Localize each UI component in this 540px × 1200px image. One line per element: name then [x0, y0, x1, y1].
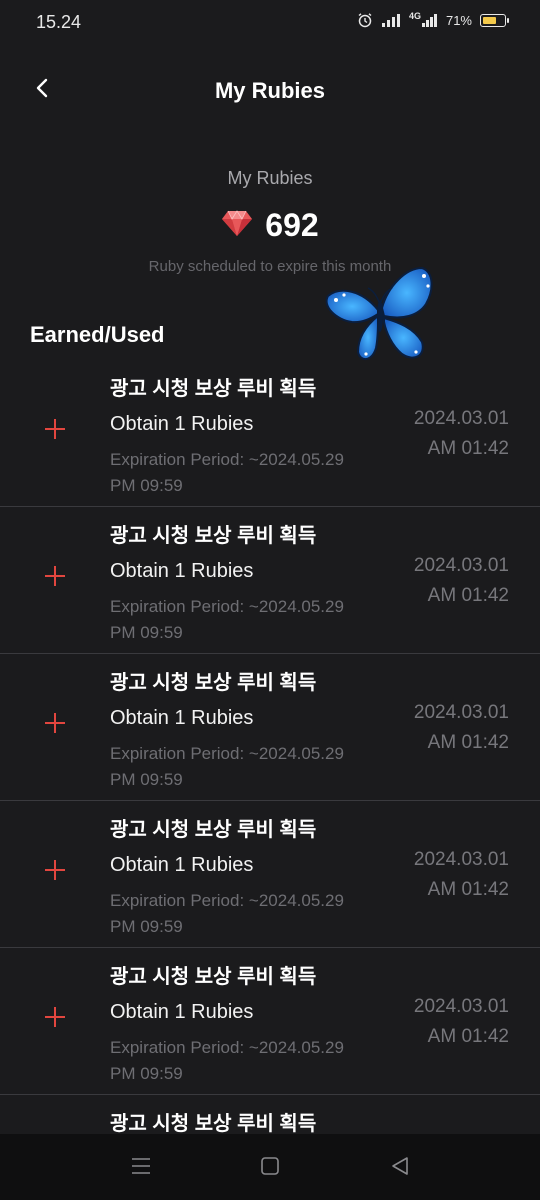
history-item[interactable]: 광고 시청 보상 루비 획득: [0, 1095, 540, 1134]
history-item[interactable]: 광고 시청 보상 루비 획득 Obtain 1 Rubies Expiratio…: [0, 507, 540, 654]
item-datetime: 2024.03.01 AM 01:42: [414, 992, 509, 1052]
recent-apps-icon: [131, 1157, 151, 1180]
alarm-icon: [357, 12, 373, 28]
item-title: 광고 시청 보상 루비 획득: [110, 1113, 317, 1134]
item-expiry: Expiration Period: ~2024.05.29 PM 09:59: [110, 888, 380, 940]
header: My Rubies: [0, 60, 540, 120]
battery-icon: [480, 13, 509, 27]
balance-row: 692: [0, 207, 540, 244]
plus-icon: [44, 1006, 66, 1028]
status-time: 15.24: [36, 12, 82, 32]
item-time: AM 01:42: [427, 732, 509, 753]
item-date: 2024.03.01: [413, 996, 509, 1017]
ruby-balance: 692: [265, 207, 319, 243]
item-time: AM 01:42: [427, 879, 509, 900]
status-icons: 4G 71%: [357, 11, 509, 28]
item-datetime: 2024.03.01 AM 01:42: [414, 698, 509, 758]
item-date: 2024.03.01: [413, 849, 509, 870]
item-title: 광고 시청 보상 루비 획득: [110, 819, 317, 841]
item-time: AM 01:42: [427, 585, 509, 606]
system-nav-bar: [0, 1134, 540, 1200]
item-amount: Obtain 1 Rubies: [110, 1001, 254, 1023]
item-title: 광고 시청 보상 루비 획득: [110, 525, 317, 547]
item-date: 2024.03.01: [413, 555, 509, 576]
history-item[interactable]: 광고 시청 보상 루비 획득 Obtain 1 Rubies Expiratio…: [0, 801, 540, 948]
item-amount: Obtain 1 Rubies: [110, 413, 254, 435]
item-expiry-time: PM 09:59: [110, 1064, 183, 1083]
item-expiry-line: Expiration Period: ~2024.05.29: [110, 450, 344, 469]
item-expiry-time: PM 09:59: [110, 770, 183, 789]
item-datetime: 2024.03.01 AM 01:42: [414, 551, 509, 611]
item-title: 광고 시청 보상 루비 획득: [110, 966, 317, 988]
signal-icon: [381, 13, 401, 27]
item-expiry: Expiration Period: ~2024.05.29 PM 09:59: [110, 1035, 380, 1087]
item-amount: Obtain 1 Rubies: [110, 560, 254, 582]
item-expiry: Expiration Period: ~2024.05.29 PM 09:59: [110, 447, 380, 499]
item-expiry: Expiration Period: ~2024.05.29 PM 09:59: [110, 741, 380, 793]
item-expiry-line: Expiration Period: ~2024.05.29: [110, 597, 344, 616]
item-amount: Obtain 1 Rubies: [110, 854, 254, 876]
butterfly-sticker-icon: [322, 262, 434, 366]
recent-apps-button[interactable]: [129, 1156, 153, 1180]
item-expiry: Expiration Period: ~2024.05.29 PM 09:59: [110, 594, 380, 646]
network-label: 4G: [408, 11, 421, 21]
expire-note-link[interactable]: Ruby scheduled to expire this month: [0, 258, 540, 275]
item-expiry-time: PM 09:59: [110, 917, 183, 936]
item-date: 2024.03.01: [413, 702, 509, 723]
signal-4g-icon: 4G: [408, 11, 438, 27]
plus-icon: [44, 859, 66, 881]
plus-icon: [44, 712, 66, 734]
ruby-summary: My Rubies 692 Ruby scheduled to expire t…: [0, 168, 540, 275]
home-button[interactable]: [258, 1156, 282, 1180]
plus-icon: [44, 418, 66, 440]
item-datetime: 2024.03.01 AM 01:42: [414, 404, 509, 464]
history-item[interactable]: 광고 시청 보상 루비 획득 Obtain 1 Rubies Expiratio…: [0, 948, 540, 1095]
battery-percent: 71%: [445, 12, 472, 28]
home-icon: [260, 1156, 280, 1181]
item-expiry-time: PM 09:59: [110, 476, 183, 495]
item-time: AM 01:42: [427, 1026, 509, 1047]
item-expiry-time: PM 09:59: [110, 623, 183, 642]
item-expiry-line: Expiration Period: ~2024.05.29: [110, 891, 344, 910]
section-title: Earned/Used: [30, 322, 165, 347]
back-triangle-icon: [390, 1156, 410, 1181]
item-title: 광고 시청 보상 루비 획득: [110, 378, 317, 400]
status-bar: 15.24 4G 71%: [0, 0, 540, 48]
page-title: My Rubies: [214, 78, 326, 103]
history-item[interactable]: 광고 시청 보상 루비 획득 Obtain 1 Rubies Expiratio…: [0, 654, 540, 801]
history-item[interactable]: 광고 시청 보상 루비 획득 Obtain 1 Rubies Expiratio…: [0, 360, 540, 507]
item-date: 2024.03.01: [413, 408, 509, 429]
item-datetime: 2024.03.01 AM 01:42: [414, 845, 509, 905]
system-back-button[interactable]: [388, 1156, 412, 1180]
history-list[interactable]: 광고 시청 보상 루비 획득 Obtain 1 Rubies Expiratio…: [0, 360, 540, 1134]
summary-label: My Rubies: [227, 168, 313, 188]
item-time: AM 01:42: [427, 438, 509, 459]
item-expiry-line: Expiration Period: ~2024.05.29: [110, 1038, 344, 1057]
item-expiry-line: Expiration Period: ~2024.05.29: [110, 744, 344, 763]
item-amount: Obtain 1 Rubies: [110, 707, 254, 729]
ruby-gem-icon: [221, 209, 253, 242]
plus-icon: [44, 565, 66, 587]
battery-level: [483, 16, 496, 24]
item-title: 광고 시청 보상 루비 획득: [110, 672, 317, 694]
